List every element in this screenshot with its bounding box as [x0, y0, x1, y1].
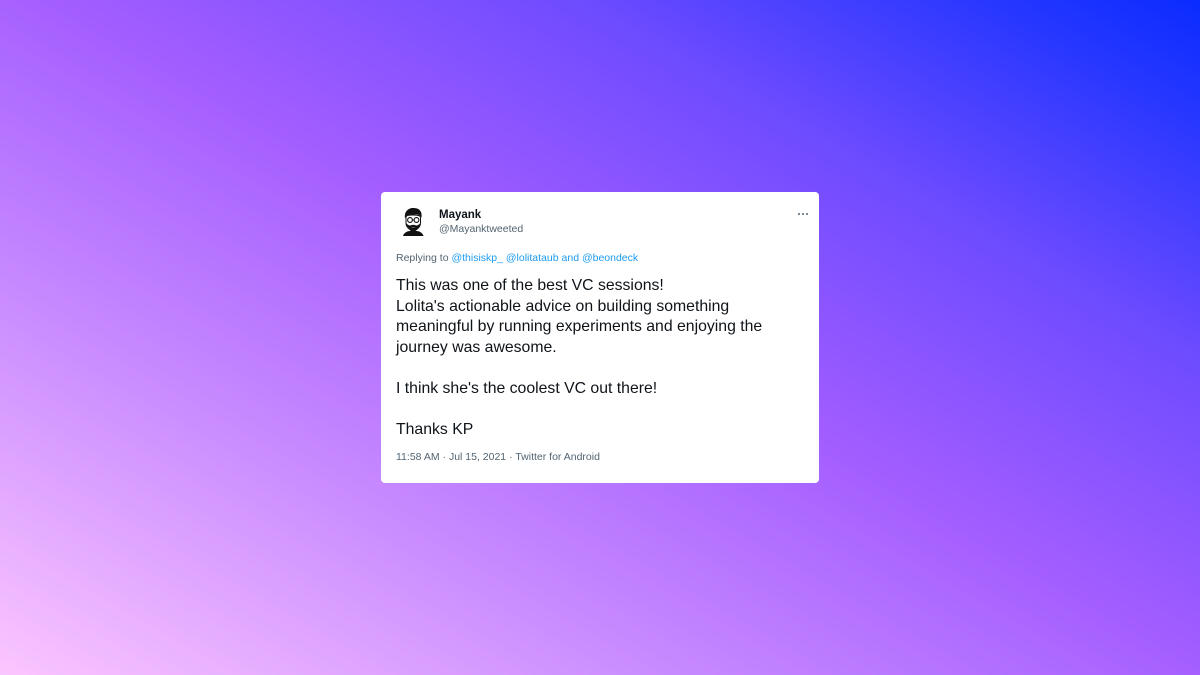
meta-separator: ·: [439, 451, 449, 463]
replying-to-label: Replying to: [396, 252, 452, 264]
mention-link[interactable]: @lolitataub: [506, 252, 559, 264]
bearded-man-avatar-icon[interactable]: [399, 206, 427, 236]
mention-conjunction: and: [558, 252, 582, 264]
tweet-text-line: journey was awesome.: [396, 338, 557, 356]
tweet-source[interactable]: Twitter for Android: [515, 451, 600, 463]
author-handle[interactable]: @Mayanktweeted: [439, 223, 523, 236]
tweet-metadata: 11:58 AM · Jul 15, 2021 · Twitter for An…: [396, 451, 600, 464]
more-options-button[interactable]: [791, 206, 815, 222]
mention-link[interactable]: @thisiskp_: [451, 252, 503, 264]
tweet-text-line: meaningful by running experiments and en…: [396, 318, 763, 336]
tweet-date[interactable]: Jul 15, 2021: [449, 451, 506, 463]
mention-link[interactable]: @beondeck: [582, 252, 638, 264]
tweet-text-line: Lolita's actionable advice on building s…: [396, 297, 730, 315]
tweet-text-line: Thanks KP: [396, 421, 474, 439]
meta-separator: ·: [506, 451, 516, 463]
tweet-text: This was one of the best VC sessions! Lo…: [396, 276, 806, 441]
tweet-text-line: I think she's the coolest VC out there!: [396, 379, 658, 397]
tweet-text-line: This was one of the best VC sessions!: [396, 277, 664, 294]
replying-to-line: Replying to @thisiskp_ @lolitataub and @…: [396, 252, 638, 265]
tweet-card: Mayank @Mayanktweeted Replying to @thisi…: [381, 192, 819, 483]
more-horizontal-icon: [797, 212, 801, 216]
author-name[interactable]: Mayank: [439, 208, 481, 222]
tweet-time[interactable]: 11:58 AM: [396, 451, 440, 463]
more-horizontal-icon: [805, 212, 809, 216]
tweet-text-blank-line: [396, 358, 806, 379]
more-horizontal-icon: [801, 212, 805, 216]
tweet-text-blank-line: [396, 400, 806, 421]
